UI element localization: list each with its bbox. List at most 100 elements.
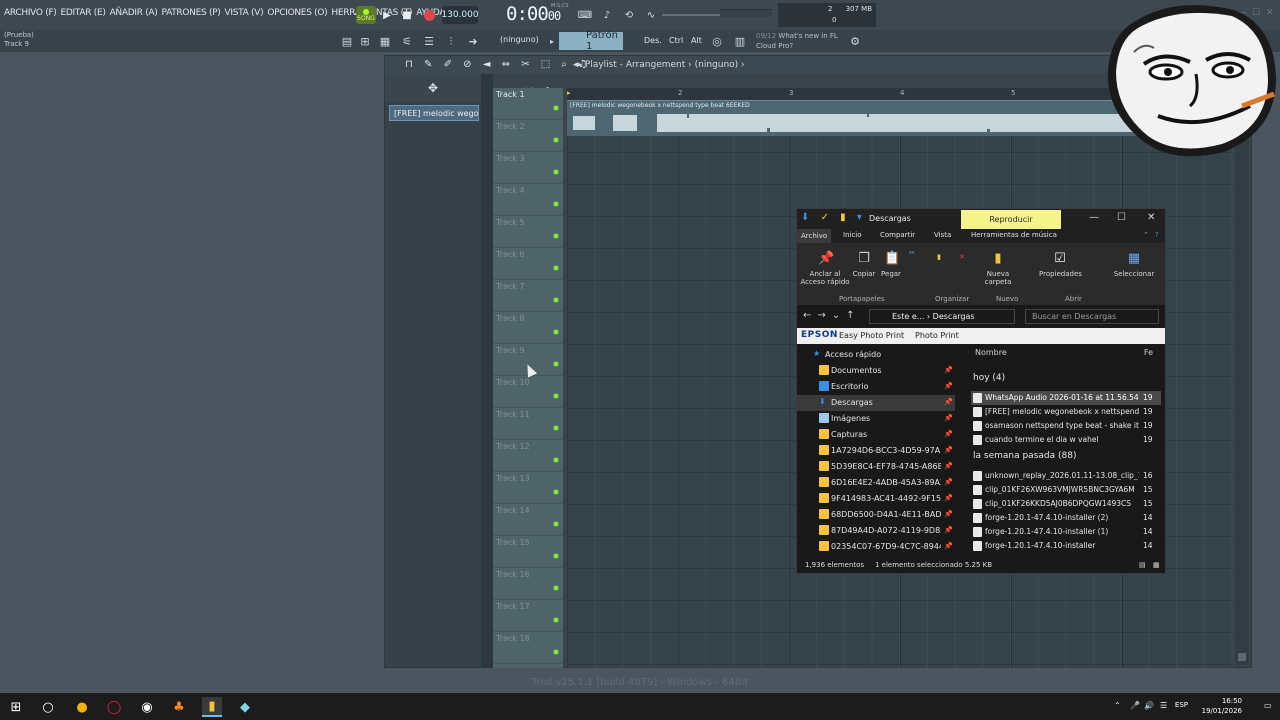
file-row[interactable]: forge-1.20.1-47.4.10-installer (1) 14 [971, 525, 1161, 539]
nav-item[interactable]: Documentos 📌 [797, 363, 955, 379]
move-to-icon[interactable]: ▮ [931, 253, 947, 261]
track-mute-led[interactable] [554, 586, 558, 590]
tab-herramientas-musica[interactable]: Herramientas de música [971, 231, 1057, 239]
pin-icon[interactable]: 📌 [944, 366, 953, 374]
quick-access-toolbar[interactable]: ⬇ ✓ ▮ ▾ [801, 212, 866, 223]
clock[interactable]: 16:50 19/01/2026 [1202, 696, 1242, 716]
arrow-right-icon[interactable]: ➜ [464, 33, 482, 50]
nav-item[interactable]: 5D39E8C4-EF78-4745-A86B-29📌 [797, 459, 955, 475]
tab-vista[interactable]: Vista [934, 231, 951, 239]
mic-icon[interactable]: 🎤 [1130, 701, 1140, 710]
mute-icon[interactable]: ◄ [483, 59, 495, 70]
forward-icon[interactable]: → [817, 310, 831, 321]
track-mute-led[interactable] [554, 298, 558, 302]
pin-icon[interactable]: 📌 [944, 494, 953, 502]
track-header[interactable]: Track 8 [493, 312, 563, 344]
file-row[interactable]: osamason nettspend type beat - shake it!… [971, 419, 1161, 433]
metronome-icon[interactable]: ♪ [598, 7, 616, 23]
track-mute-led[interactable] [554, 490, 558, 494]
track-header[interactable]: Track 1 [493, 88, 563, 120]
pencil-icon[interactable]: ✎ [424, 59, 436, 70]
brush-icon[interactable]: ✐ [444, 59, 456, 70]
tempo-display[interactable]: 130.000 [441, 6, 479, 24]
file-row[interactable]: [FREE] melodic wegonebeok x nettspend...… [971, 405, 1161, 419]
track-mute-led[interactable] [554, 426, 558, 430]
pin-icon[interactable]: 📌 [944, 526, 953, 534]
track-header[interactable]: Track 13 [493, 472, 563, 504]
nav-item[interactable]: 6D16E4E2-4ADB-45A3-89A2-33📌 [797, 475, 955, 491]
group-today[interactable]: hoy (4) [973, 373, 1005, 383]
track-header[interactable]: Track 5 [493, 216, 563, 248]
channel-select[interactable]: (ninguno) [500, 35, 539, 44]
playlist-vertical-scrollbar[interactable] [1235, 100, 1249, 665]
seleccionar-button[interactable]: ▦ Seleccionar [1111, 251, 1157, 278]
nueva-carpeta-button[interactable]: ▮ Nueva carpeta [983, 251, 1013, 286]
track-mute-led[interactable] [554, 106, 558, 110]
song-mode-toggle[interactable]: SONG [356, 6, 376, 24]
nav-item[interactable]: Capturas 📌 [797, 427, 955, 443]
up-icon[interactable]: ↑ [846, 310, 860, 321]
file-explorer-icon[interactable]: ▮ [202, 697, 222, 717]
track-mute-led[interactable] [554, 362, 558, 366]
nav-item[interactable]: 87D49A4D-A072-4119-9D83-DI📌 [797, 523, 955, 539]
waveform-icon[interactable]: ∿ [642, 7, 660, 23]
back-icon[interactable]: ← [803, 310, 817, 321]
path-box[interactable]: Este e... › Descargas [869, 309, 1015, 324]
help-icon[interactable]: ? [1155, 231, 1159, 239]
playlist-window-icon[interactable]: ⊞ [356, 33, 374, 50]
typing-keyboard-icon[interactable]: ⌨ [576, 7, 594, 23]
pin-icon[interactable]: 📌 [944, 462, 953, 470]
track-mute-led[interactable] [554, 202, 558, 206]
track-header[interactable]: Track 6 [493, 248, 563, 280]
menu-opciones[interactable]: OPCIONES (O) [267, 8, 327, 18]
tab-inicio[interactable]: Inicio [843, 231, 862, 239]
track-mute-led[interactable] [554, 554, 558, 558]
master-volume-slider[interactable] [662, 14, 720, 16]
pin-icon[interactable]: 📌 [944, 398, 953, 406]
track-mute-led[interactable] [554, 650, 558, 654]
pin-icon[interactable]: 📌 [944, 542, 953, 550]
column-name[interactable]: Nombre [975, 348, 1007, 357]
loop-record-icon[interactable]: ⟲ [620, 7, 638, 23]
pin-icon[interactable]: 📌 [944, 382, 953, 390]
ctrl-button[interactable]: Ctrl [669, 36, 683, 45]
delete-file-icon[interactable]: ✕ [955, 253, 969, 261]
zoom-icon[interactable]: ⌕ [561, 59, 571, 70]
propiedades-button[interactable]: ☑ Propiedades [1039, 251, 1082, 278]
search-icon[interactable]: ○ [38, 697, 58, 717]
details-view-icon[interactable]: ▤ [1139, 561, 1146, 569]
track-header[interactable]: Track 10 [493, 376, 563, 408]
track-mute-led[interactable] [554, 618, 558, 622]
track-header[interactable]: Track 16 [493, 568, 563, 600]
track-mute-led[interactable] [554, 458, 558, 462]
photo-print-button[interactable]: Photo Print [915, 331, 959, 340]
nav-buttons[interactable]: ←→⌄↑ [803, 310, 861, 321]
track-header[interactable]: Track 3 [493, 152, 563, 184]
pin-icon[interactable]: 📌 [944, 430, 953, 438]
track-mute-led[interactable] [554, 138, 558, 142]
audio-clip[interactable]: [FREE] melodic wegonebeok x nettspend ty… [567, 100, 1147, 136]
nav-item[interactable]: ★ Acceso rápido [797, 347, 955, 363]
nav-item[interactable]: Imágenes 📌 [797, 411, 955, 427]
collapse-ribbon-icon[interactable]: ⌃ [1143, 231, 1149, 239]
track-header[interactable]: Track 4 [493, 184, 563, 216]
opera-icon[interactable]: ◯ [104, 697, 124, 717]
hint-scroll-icon[interactable]: ▤ [338, 33, 356, 50]
track-mute-led[interactable] [554, 394, 558, 398]
obs-icon[interactable]: ◉ [137, 697, 157, 717]
path-part-1[interactable]: Este e... [892, 312, 924, 321]
des-button[interactable]: Des. [644, 36, 662, 45]
notifications-icon[interactable]: ▭ [1264, 701, 1272, 710]
track-header[interactable]: Track 17 [493, 600, 563, 632]
nav-item[interactable]: 68DD6500-D4A1-4E11-BADC-E📌 [797, 507, 955, 523]
reproducir-tab[interactable]: Reproducir [961, 210, 1061, 229]
playlist-tools[interactable]: ⊓ ✎ ✐ ⊘ ◄ ⇔ ✂ ⬚ ⌕ ♫ [405, 59, 591, 70]
alt-button[interactable]: Alt [691, 36, 702, 45]
file-row[interactable]: WhatsApp Audio 2026-01-16 at 11.56.54 ..… [971, 391, 1161, 405]
snap-icon[interactable]: ◎ [708, 33, 726, 50]
track-header[interactable]: Track 11 [493, 408, 563, 440]
path-part-2[interactable]: Descargas [933, 312, 975, 321]
track-header[interactable]: Track 14 [493, 504, 563, 536]
track-mute-led[interactable] [554, 266, 558, 270]
picker-clip[interactable]: [FREE] melodic wego.. [389, 105, 479, 121]
